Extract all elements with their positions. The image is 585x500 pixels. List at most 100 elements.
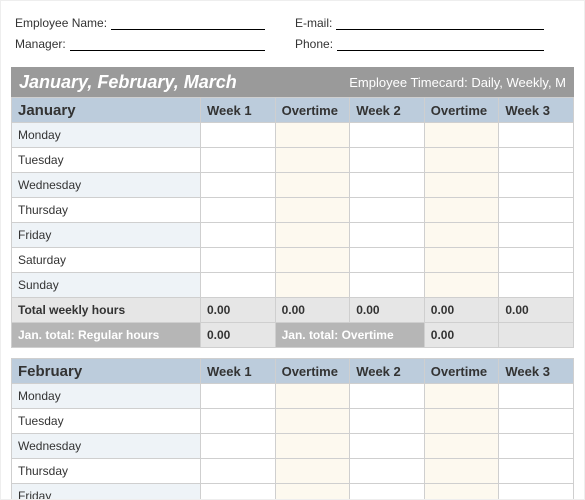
jan-total-regular-label: Jan. total: Regular hours [12, 323, 201, 348]
cell[interactable] [201, 173, 276, 198]
jan-total-overtime-label: Jan. total: Overtime [275, 323, 424, 348]
cell[interactable] [424, 173, 499, 198]
day-label: Saturday [12, 248, 201, 273]
cell[interactable] [424, 148, 499, 173]
cell[interactable] [275, 223, 350, 248]
col-overtime1: Overtime [275, 98, 350, 123]
day-label: Monday [12, 123, 201, 148]
cell[interactable] [350, 198, 425, 223]
cell[interactable] [275, 384, 350, 409]
cell[interactable] [350, 223, 425, 248]
cell[interactable] [275, 148, 350, 173]
col-week1: Week 1 [201, 359, 276, 384]
col-week3: Week 3 [499, 98, 574, 123]
email-field[interactable] [336, 15, 544, 30]
phone-field[interactable] [337, 36, 544, 51]
cell[interactable] [201, 223, 276, 248]
cell[interactable] [275, 198, 350, 223]
col-week1: Week 1 [201, 98, 276, 123]
day-label: Tuesday [12, 148, 201, 173]
col-week2: Week 2 [350, 359, 425, 384]
cell[interactable] [424, 384, 499, 409]
cell[interactable] [275, 248, 350, 273]
cell[interactable] [275, 273, 350, 298]
cell[interactable] [275, 459, 350, 484]
day-label: Wednesday [12, 173, 201, 198]
cell[interactable] [499, 248, 574, 273]
total-week2: 0.00 [350, 298, 425, 323]
cell[interactable] [350, 409, 425, 434]
day-label: Thursday [12, 198, 201, 223]
cell[interactable] [201, 198, 276, 223]
jan-summary-spacer [499, 323, 574, 348]
cell[interactable] [350, 434, 425, 459]
col-overtime1: Overtime [275, 359, 350, 384]
timecard-january: January Week 1 Overtime Week 2 Overtime … [11, 97, 574, 348]
cell[interactable] [201, 148, 276, 173]
cell[interactable] [275, 484, 350, 500]
cell[interactable] [499, 198, 574, 223]
cell[interactable] [499, 434, 574, 459]
cell[interactable] [424, 248, 499, 273]
cell[interactable] [350, 484, 425, 500]
total-weekly-label: Total weekly hours [12, 298, 201, 323]
cell[interactable] [424, 459, 499, 484]
cell[interactable] [499, 223, 574, 248]
cell[interactable] [201, 123, 276, 148]
day-label: Friday [12, 484, 201, 500]
day-label: Wednesday [12, 434, 201, 459]
day-label: Tuesday [12, 409, 201, 434]
day-label: Monday [12, 384, 201, 409]
cell[interactable] [350, 148, 425, 173]
cell[interactable] [350, 248, 425, 273]
cell[interactable] [201, 248, 276, 273]
cell[interactable] [201, 384, 276, 409]
cell[interactable] [275, 173, 350, 198]
cell[interactable] [275, 123, 350, 148]
cell[interactable] [424, 223, 499, 248]
cell[interactable] [499, 273, 574, 298]
cell[interactable] [350, 273, 425, 298]
col-week2: Week 2 [350, 98, 425, 123]
cell[interactable] [201, 459, 276, 484]
employee-name-label: Employee Name: [15, 16, 111, 30]
cell[interactable] [499, 459, 574, 484]
col-overtime2: Overtime [424, 359, 499, 384]
email-label: E-mail: [295, 16, 336, 30]
cell[interactable] [350, 123, 425, 148]
cell[interactable] [350, 173, 425, 198]
cell[interactable] [499, 484, 574, 500]
day-label: Friday [12, 223, 201, 248]
employee-meta: Employee Name: E-mail: Manager: Phone: [11, 11, 574, 67]
jan-total-regular-value: 0.00 [201, 323, 276, 348]
cell[interactable] [424, 434, 499, 459]
cell[interactable] [201, 409, 276, 434]
cell[interactable] [424, 484, 499, 500]
cell[interactable] [499, 123, 574, 148]
month-header-february: February [12, 359, 201, 384]
cell[interactable] [201, 484, 276, 500]
employee-name-field[interactable] [111, 15, 265, 30]
cell[interactable] [350, 459, 425, 484]
cell[interactable] [424, 123, 499, 148]
jan-total-overtime-value: 0.00 [424, 323, 499, 348]
cell[interactable] [350, 384, 425, 409]
cell[interactable] [499, 173, 574, 198]
manager-field[interactable] [70, 36, 265, 51]
cell[interactable] [201, 273, 276, 298]
cell[interactable] [201, 434, 276, 459]
cell[interactable] [424, 409, 499, 434]
total-week3: 0.00 [499, 298, 574, 323]
col-week3: Week 3 [499, 359, 574, 384]
cell[interactable] [424, 273, 499, 298]
cell[interactable] [499, 384, 574, 409]
banner-title: January, February, March [19, 72, 237, 93]
cell[interactable] [499, 409, 574, 434]
banner-subtitle: Employee Timecard: Daily, Weekly, M [349, 75, 566, 90]
cell[interactable] [275, 409, 350, 434]
quarter-banner: January, February, March Employee Timeca… [11, 67, 574, 97]
manager-label: Manager: [15, 37, 70, 51]
cell[interactable] [275, 434, 350, 459]
cell[interactable] [424, 198, 499, 223]
cell[interactable] [499, 148, 574, 173]
